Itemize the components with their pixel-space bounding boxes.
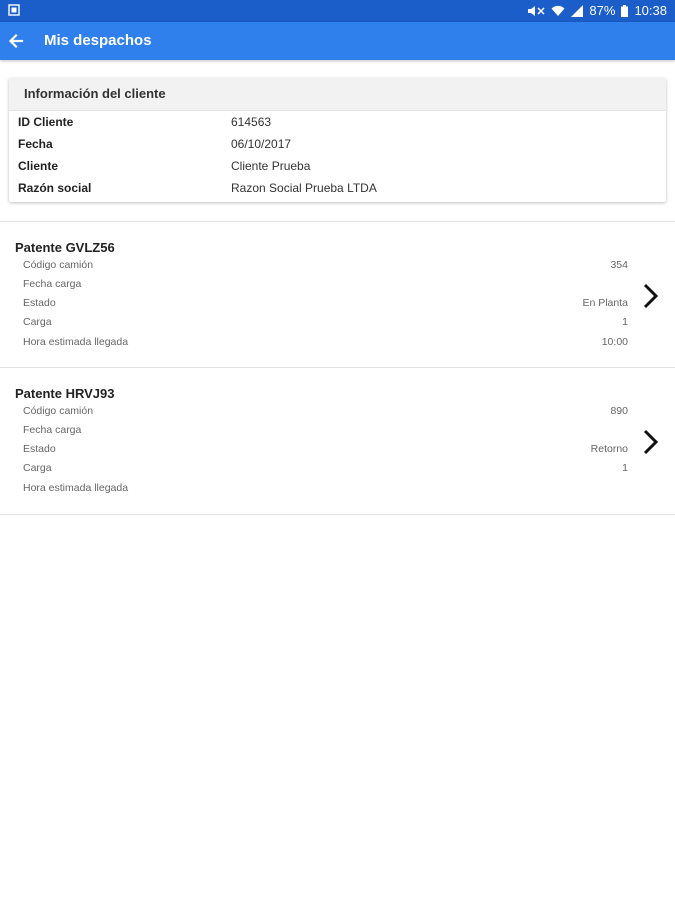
dispatch-plate: Patente GVLZ56 [15,240,115,255]
eta-value: 10:00 [601,336,628,348]
client-info-card: Información del cliente ID Cliente 61456… [9,78,666,202]
dispatch-field-row: Hora estimada llegada 10:00 [23,336,628,354]
dispatch-field-row: Estado Retorno [23,443,628,461]
client-name-label: Cliente [18,159,59,173]
status-bar: 87% 10:38 [0,0,675,22]
truck-code-value: 890 [610,405,628,417]
client-info-header: Información del cliente [9,78,666,111]
load-value: 1 [622,316,628,328]
load-date-label: Fecha carga [23,278,82,290]
notification-icon [8,4,20,16]
date-label: Fecha [18,137,53,151]
dispatch-field-row: Código camión 354 [23,259,628,277]
dispatch-field-row: Hora estimada llegada [23,482,628,500]
load-label: Carga [23,462,52,474]
dispatch-field-row: Fecha carga [23,424,628,442]
status-label: Estado [23,443,56,455]
signal-icon [571,4,584,17]
client-name-value: Cliente Prueba [231,159,311,173]
truck-code-label: Código camión [23,259,94,271]
dispatch-field-row: Carga 1 [23,316,628,334]
date-value: 06/10/2017 [231,137,292,151]
date-row: Fecha 06/10/2017 [9,133,666,155]
eta-label: Hora estimada llegada [23,482,129,494]
dispatch-item[interactable]: Patente HRVJ93 Código camión 890 Fecha c… [0,368,675,514]
status-label: Estado [23,297,56,309]
chevron-right-icon[interactable] [640,428,662,456]
client-id-label: ID Cliente [18,115,74,129]
load-date-label: Fecha carga [23,424,82,436]
page-title: Mis despachos [44,32,152,49]
mute-icon [527,5,545,17]
app-bar: Mis despachos [0,22,675,60]
status-value: Retorno [590,443,628,455]
dispatch-field-row: Código camión 890 [23,405,628,423]
status-value: En Planta [582,297,628,309]
truck-code-value: 354 [610,259,628,271]
company-name-value: Razon Social Prueba LTDA [231,181,377,195]
client-id-row: ID Cliente 614563 [9,111,666,133]
dispatch-field-row: Fecha carga [23,278,628,296]
dispatch-field-row: Carga 1 [23,462,628,480]
clock: 10:38 [634,3,667,18]
dispatch-plate: Patente HRVJ93 [15,386,115,401]
company-name-label: Razón social [18,181,92,195]
load-label: Carga [23,316,52,328]
load-value: 1 [622,462,628,474]
chevron-right-icon[interactable] [640,282,662,310]
dispatch-field-row: Estado En Planta [23,297,628,315]
client-name-row: Cliente Cliente Prueba [9,155,666,177]
arrow-left-icon[interactable] [6,31,26,51]
dispatch-item[interactable]: Patente GVLZ56 Código camión 354 Fecha c… [0,222,675,368]
divider [0,514,675,515]
battery-icon [621,4,629,17]
battery-percent: 87% [589,3,616,18]
client-id-value: 614563 [231,115,272,129]
wifi-icon [551,5,565,17]
company-name-row: Razón social Razon Social Prueba LTDA [9,177,666,199]
truck-code-label: Código camión [23,405,94,417]
eta-label: Hora estimada llegada [23,336,129,348]
